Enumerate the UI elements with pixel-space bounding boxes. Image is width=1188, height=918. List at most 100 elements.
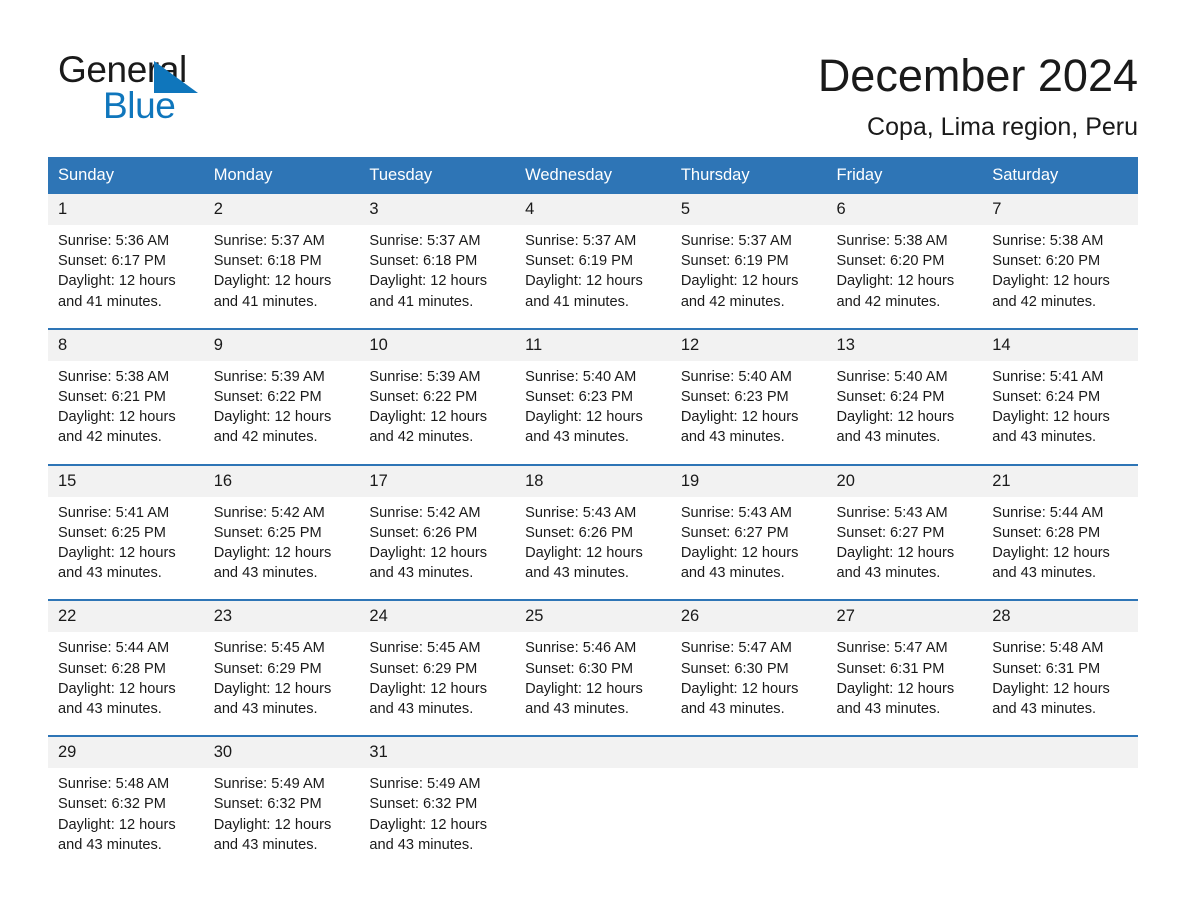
- day-number[interactable]: 30: [203, 735, 360, 769]
- day-cell[interactable]: Sunrise: 5:38 AM Sunset: 6:21 PM Dayligh…: [48, 360, 204, 465]
- sunrise-text: Sunrise: 5:44 AM: [992, 504, 1104, 521]
- calendar-grid: Sunday Monday Tuesday Wednesday Thursday…: [48, 157, 1138, 872]
- daylight-text-line2: and 42 minutes.: [369, 429, 474, 446]
- daylight-text-line2: and 43 minutes.: [369, 565, 474, 582]
- week-info-row: Sunrise: 5:41 AM Sunset: 6:25 PM Dayligh…: [48, 496, 1138, 601]
- page-subtitle-location: Copa, Lima region, Peru: [867, 113, 1138, 141]
- day-number[interactable]: 16: [203, 463, 360, 497]
- day-number[interactable]: 27: [826, 599, 983, 633]
- day-number[interactable]: 11: [515, 327, 671, 361]
- day-number[interactable]: 18: [515, 463, 671, 497]
- day-cell[interactable]: Sunrise: 5:39 AM Sunset: 6:22 PM Dayligh…: [359, 360, 516, 465]
- title-block: December 2024 Copa, Lima region, Peru: [818, 50, 1138, 142]
- day-number[interactable]: 22: [48, 599, 204, 633]
- day-number[interactable]: 14: [982, 327, 1138, 361]
- day-cell[interactable]: Sunrise: 5:44 AM Sunset: 6:28 PM Dayligh…: [48, 632, 204, 737]
- day-number[interactable]: 28: [982, 599, 1138, 633]
- day-cell[interactable]: Sunrise: 5:43 AM Sunset: 6:27 PM Dayligh…: [670, 496, 827, 601]
- day-cell[interactable]: Sunrise: 5:45 AM Sunset: 6:29 PM Dayligh…: [359, 632, 516, 737]
- daylight-text-line1: Daylight: 12 hours: [992, 680, 1110, 697]
- day-number[interactable]: 8: [48, 327, 204, 361]
- empty-day-number: [515, 735, 671, 769]
- day-number[interactable]: 13: [826, 327, 983, 361]
- day-number[interactable]: 7: [982, 194, 1138, 225]
- day-number[interactable]: 29: [48, 735, 204, 769]
- day-cell[interactable]: Sunrise: 5:37 AM Sunset: 6:19 PM Dayligh…: [670, 225, 827, 329]
- sunrise-text: Sunrise: 5:43 AM: [836, 504, 948, 521]
- sunrise-text: Sunrise: 5:36 AM: [58, 233, 170, 249]
- day-number[interactable]: 10: [359, 327, 516, 361]
- day-number[interactable]: 19: [670, 463, 827, 497]
- day-cell[interactable]: Sunrise: 5:49 AM Sunset: 6:32 PM Dayligh…: [359, 768, 516, 872]
- day-cell[interactable]: Sunrise: 5:38 AM Sunset: 6:20 PM Dayligh…: [982, 225, 1138, 329]
- day-number[interactable]: 31: [359, 735, 516, 769]
- day-number[interactable]: 24: [359, 599, 516, 633]
- day-cell[interactable]: Sunrise: 5:42 AM Sunset: 6:26 PM Dayligh…: [359, 496, 516, 601]
- sunset-text: Sunset: 6:20 PM: [992, 253, 1101, 270]
- day-cell[interactable]: Sunrise: 5:47 AM Sunset: 6:31 PM Dayligh…: [826, 632, 983, 737]
- day-cell[interactable]: Sunrise: 5:49 AM Sunset: 6:32 PM Dayligh…: [203, 768, 360, 872]
- day-cell[interactable]: Sunrise: 5:44 AM Sunset: 6:28 PM Dayligh…: [982, 496, 1138, 601]
- weekday-header-saturday: Saturday: [982, 157, 1138, 194]
- empty-day-cell: [515, 768, 671, 872]
- day-number[interactable]: 1: [48, 194, 204, 225]
- daylight-text-line2: and 41 minutes.: [213, 293, 318, 310]
- daylight-text-line2: and 43 minutes.: [369, 701, 474, 718]
- day-number[interactable]: 20: [826, 463, 983, 497]
- week-date-row: 22 23 24 25 26 27 28: [48, 599, 1138, 633]
- weekday-header-row: Sunday Monday Tuesday Wednesday Thursday…: [48, 157, 1138, 194]
- daylight-text-line1: Daylight: 12 hours: [836, 273, 955, 290]
- day-cell[interactable]: Sunrise: 5:36 AM Sunset: 6:17 PM Dayligh…: [48, 225, 204, 329]
- day-cell[interactable]: Sunrise: 5:41 AM Sunset: 6:25 PM Dayligh…: [48, 496, 204, 601]
- daylight-text-line1: Daylight: 12 hours: [525, 409, 643, 426]
- day-cell[interactable]: Sunrise: 5:45 AM Sunset: 6:29 PM Dayligh…: [203, 632, 360, 737]
- day-number[interactable]: 9: [203, 327, 360, 361]
- daylight-text-line2: and 43 minutes.: [58, 565, 162, 582]
- day-number[interactable]: 4: [515, 194, 671, 225]
- day-number[interactable]: 6: [826, 194, 983, 225]
- day-number[interactable]: 21: [982, 463, 1138, 497]
- day-cell[interactable]: Sunrise: 5:48 AM Sunset: 6:32 PM Dayligh…: [48, 768, 204, 872]
- day-number[interactable]: 15: [48, 463, 204, 497]
- calendar-table: Sunday Monday Tuesday Wednesday Thursday…: [48, 157, 1138, 872]
- day-cell[interactable]: Sunrise: 5:37 AM Sunset: 6:18 PM Dayligh…: [359, 225, 516, 329]
- daylight-text-line2: and 41 minutes.: [369, 293, 474, 310]
- day-number[interactable]: 17: [359, 463, 516, 497]
- daylight-text-line1: Daylight: 12 hours: [369, 545, 488, 562]
- day-number[interactable]: 3: [359, 194, 516, 225]
- day-cell[interactable]: Sunrise: 5:40 AM Sunset: 6:23 PM Dayligh…: [515, 360, 671, 465]
- sunrise-text: Sunrise: 5:48 AM: [58, 776, 170, 793]
- day-cell[interactable]: Sunrise: 5:43 AM Sunset: 6:27 PM Dayligh…: [826, 496, 983, 601]
- page-title: December 2024: [817, 50, 1138, 101]
- week-info-row: Sunrise: 5:44 AM Sunset: 6:28 PM Dayligh…: [48, 632, 1138, 737]
- day-number[interactable]: 2: [203, 194, 360, 225]
- empty-day-cell: [982, 768, 1138, 872]
- day-number[interactable]: 12: [670, 327, 827, 361]
- sunset-text: Sunset: 6:23 PM: [525, 389, 634, 406]
- day-cell[interactable]: Sunrise: 5:37 AM Sunset: 6:19 PM Dayligh…: [515, 225, 671, 329]
- daylight-text-line1: Daylight: 12 hours: [680, 680, 799, 697]
- day-number[interactable]: 23: [203, 599, 360, 633]
- sunset-text: Sunset: 6:27 PM: [836, 524, 945, 541]
- day-number[interactable]: 25: [515, 599, 671, 633]
- day-cell[interactable]: Sunrise: 5:40 AM Sunset: 6:24 PM Dayligh…: [826, 360, 983, 465]
- day-cell[interactable]: Sunrise: 5:46 AM Sunset: 6:30 PM Dayligh…: [515, 632, 671, 737]
- daylight-text-line1: Daylight: 12 hours: [213, 545, 332, 562]
- day-cell[interactable]: Sunrise: 5:43 AM Sunset: 6:26 PM Dayligh…: [515, 496, 671, 601]
- day-number[interactable]: 26: [670, 599, 827, 633]
- day-cell[interactable]: Sunrise: 5:48 AM Sunset: 6:31 PM Dayligh…: [982, 632, 1138, 737]
- day-number[interactable]: 5: [670, 194, 827, 225]
- day-cell[interactable]: Sunrise: 5:47 AM Sunset: 6:30 PM Dayligh…: [670, 632, 827, 737]
- generalblue-logo[interactable]: General Blue: [58, 50, 318, 130]
- day-cell[interactable]: Sunrise: 5:42 AM Sunset: 6:25 PM Dayligh…: [203, 496, 360, 601]
- day-cell[interactable]: Sunrise: 5:40 AM Sunset: 6:23 PM Dayligh…: [670, 360, 827, 465]
- calendar-page: General Blue December 2024 Copa, Lima re…: [0, 0, 1188, 918]
- week-info-row: Sunrise: 5:36 AM Sunset: 6:17 PM Dayligh…: [48, 225, 1138, 329]
- day-cell[interactable]: Sunrise: 5:38 AM Sunset: 6:20 PM Dayligh…: [826, 225, 983, 329]
- day-cell[interactable]: Sunrise: 5:41 AM Sunset: 6:24 PM Dayligh…: [982, 360, 1138, 465]
- week-date-row: 15 16 17 18 19 20 21: [48, 463, 1138, 497]
- day-cell[interactable]: Sunrise: 5:37 AM Sunset: 6:18 PM Dayligh…: [203, 225, 360, 329]
- day-cell[interactable]: Sunrise: 5:39 AM Sunset: 6:22 PM Dayligh…: [203, 360, 360, 465]
- sunrise-text: Sunrise: 5:41 AM: [58, 504, 170, 521]
- daylight-text-line1: Daylight: 12 hours: [369, 273, 488, 290]
